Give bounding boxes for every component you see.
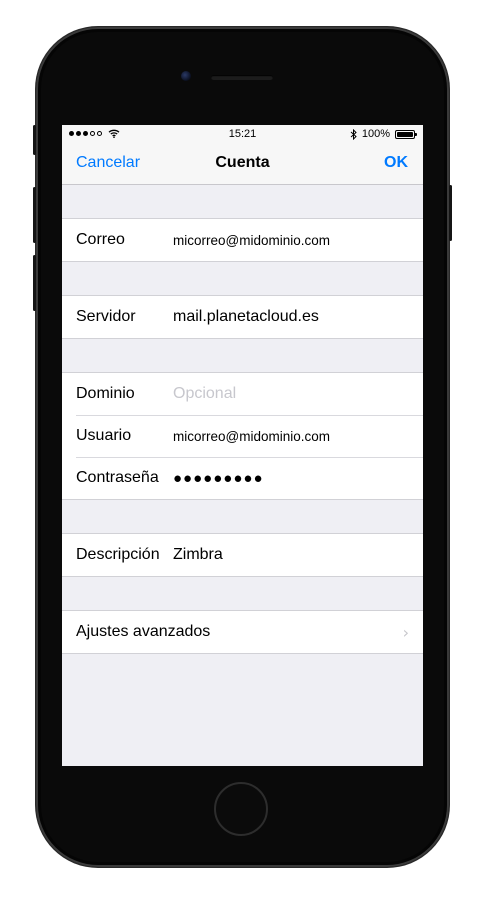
contrasena-label: Contraseña — [76, 469, 159, 486]
servidor-label: Servidor — [76, 308, 136, 325]
section-gap — [62, 185, 423, 218]
contrasena-row[interactable]: Contraseña ●●●●●●●●● — [62, 457, 423, 499]
usuario-field[interactable]: micorreo@midominio.com — [173, 429, 330, 444]
password-field[interactable]: ●●●●●●●●● — [173, 470, 264, 487]
ajustes-avanzados-row[interactable]: Ajustes avanzados › — [62, 611, 423, 653]
section-advanced: Ajustes avanzados › — [62, 610, 423, 654]
home-button[interactable] — [214, 782, 268, 836]
section-email: Correo micorreo@midominio.com — [62, 218, 423, 262]
dominio-row[interactable]: Dominio Opcional — [62, 373, 423, 415]
section-gap — [62, 577, 423, 610]
volume-up-button — [33, 187, 36, 243]
section-gap — [62, 262, 423, 295]
section-server: Servidor mail.planetacloud.es — [62, 295, 423, 339]
screen: 15:21 100% Cancelar Cuenta OK Correo mic… — [62, 125, 423, 766]
front-camera — [181, 71, 191, 81]
servidor-field[interactable]: mail.planetacloud.es — [173, 308, 319, 326]
section-gap — [62, 500, 423, 533]
mute-switch — [33, 125, 36, 155]
dominio-label: Dominio — [76, 385, 135, 402]
ajustes-avanzados-label: Ajustes avanzados — [76, 623, 211, 640]
descripcion-field[interactable]: Zimbra — [173, 546, 223, 564]
status-bar: 15:21 100% — [62, 125, 423, 144]
dominio-field[interactable]: Opcional — [173, 385, 236, 403]
battery-icon — [395, 129, 417, 139]
bluetooth-icon — [350, 128, 357, 140]
descripcion-row[interactable]: Descripción Zimbra — [62, 534, 423, 576]
ok-button[interactable]: OK — [384, 154, 408, 172]
section-description: Descripción Zimbra — [62, 533, 423, 577]
section-credentials: Dominio Opcional Usuario micorreo@midomi… — [62, 372, 423, 500]
volume-down-button — [33, 255, 36, 311]
earpiece-speaker — [211, 75, 273, 80]
battery-percentage: 100% — [361, 128, 390, 140]
usuario-label: Usuario — [76, 427, 132, 444]
power-button — [449, 185, 452, 241]
correo-label: Correo — [76, 231, 125, 248]
servidor-row[interactable]: Servidor mail.planetacloud.es — [62, 296, 423, 338]
navigation-bar: Cancelar Cuenta OK — [62, 144, 423, 185]
correo-row[interactable]: Correo micorreo@midominio.com — [62, 219, 423, 261]
page-title: Cuenta — [215, 154, 270, 171]
descripcion-label: Descripción — [76, 546, 160, 563]
chevron-right-icon: › — [402, 622, 409, 642]
usuario-row[interactable]: Usuario micorreo@midominio.com — [62, 415, 423, 457]
correo-field[interactable]: micorreo@midominio.com — [173, 233, 330, 248]
section-gap — [62, 339, 423, 372]
